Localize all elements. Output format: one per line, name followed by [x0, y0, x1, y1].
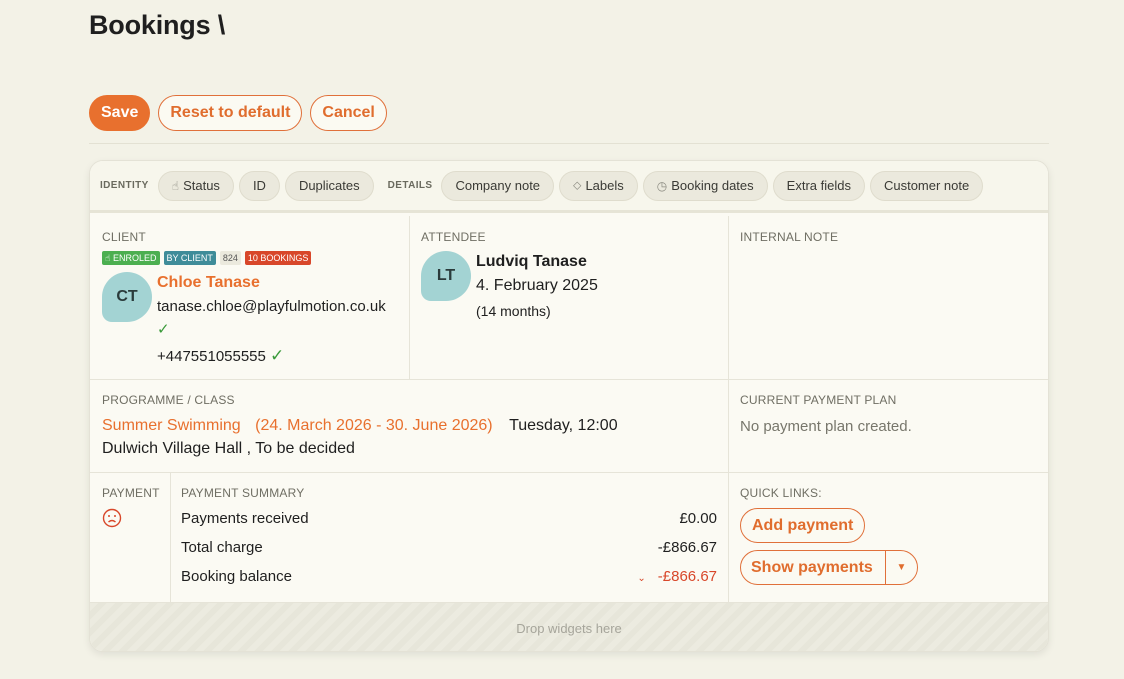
programme-widget: PROGRAMME / CLASS Summer Swimming (24. M… [90, 380, 729, 473]
save-button[interactable]: Save [89, 95, 151, 131]
email-verified-check-icon: ✓ [157, 321, 170, 338]
drop-widgets-zone[interactable]: Drop widgets here [90, 603, 1048, 651]
by-client-badge: BY CLIENT [163, 251, 216, 265]
action-bar: Save Reset to default Cancel [89, 95, 387, 131]
add-payment-button[interactable]: Add payment [740, 508, 866, 543]
identity-group-label: IDENTITY [100, 180, 149, 191]
attendee-name[interactable]: Ludviq Tanase [476, 253, 587, 271]
chip-booking-dates[interactable]: ◷ Booking dates [642, 170, 768, 201]
chip-labels[interactable]: ⬦ Labels [559, 170, 638, 201]
payment-label: PAYMENT [102, 486, 160, 500]
attendee-widget: ATTENDEE LT Ludviq Tanase 4. February 20… [410, 216, 729, 380]
caret-down-icon[interactable]: ▼ [886, 551, 917, 584]
quick-links-label: QUICK LINKS: [740, 486, 822, 500]
tag-icon: ⬦ [573, 178, 582, 192]
client-id-badge: 824 [219, 251, 241, 265]
sad-face-icon [102, 508, 122, 528]
summary-row: Payments received £0.00 [181, 510, 717, 527]
payment-plan-text: No payment plan created. [740, 418, 912, 435]
internal-note-label: INTERNAL NOTE [740, 230, 839, 244]
booking-card: IDENTITY ☝ Status ID Duplicates DETAILS … [89, 160, 1049, 652]
chip-status[interactable]: ☝ Status [157, 170, 234, 201]
chevron-down-icon[interactable]: ⌄ [637, 573, 645, 584]
clock-icon: ◷ [656, 178, 668, 193]
programme-location: Dulwich Village Hall , To be decided [102, 440, 355, 457]
show-payments-button[interactable]: Show payments [741, 551, 886, 584]
cancel-button[interactable]: Cancel [310, 95, 387, 131]
payment-summary-widget: PAYMENT SUMMARY Payments received £0.00 … [171, 473, 729, 603]
client-phone: +447551055555 [157, 348, 266, 365]
attendee-dob: 4. February 2025 [476, 277, 598, 294]
client-label: CLIENT [102, 230, 146, 244]
enroled-badge: ☝ ENROLED [102, 251, 160, 265]
page-title: Bookings \ [89, 10, 226, 40]
chip-id[interactable]: ID [238, 170, 280, 201]
client-badges: ☝ ENROLED BY CLIENT 824 10 BOOKINGS [102, 251, 312, 265]
attendee-age: (14 months) [476, 303, 551, 319]
programme-label: PROGRAMME / CLASS [102, 393, 235, 407]
phone-verified-check-icon: ✓ [270, 346, 285, 365]
client-name-link[interactable]: Chloe Tanase [157, 274, 260, 292]
bookings-count-badge[interactable]: 10 BOOKINGS [244, 251, 312, 265]
booking-balance-value: -£866.67 [657, 568, 717, 585]
programme-line: Summer Swimming (24. March 2026 - 30. Ju… [102, 417, 618, 435]
summary-row: Total charge -£866.67 [181, 539, 717, 556]
divider [89, 143, 1049, 144]
widget-chip-bar: IDENTITY ☝ Status ID Duplicates DETAILS … [90, 161, 1048, 213]
summary-row: Booking balance ⌄ -£866.67 [181, 568, 717, 585]
tap-icon: ☝ [105, 253, 111, 263]
programme-name-link[interactable]: Summer Swimming [102, 417, 241, 434]
client-phone-row: +447551055555 ✓ [157, 346, 284, 366]
chip-extra-fields[interactable]: Extra fields [772, 170, 865, 201]
internal-note-widget[interactable]: INTERNAL NOTE [729, 216, 1048, 380]
show-payments-split-button: Show payments ▼ [740, 550, 918, 585]
reset-to-default-button[interactable]: Reset to default [158, 95, 303, 131]
programme-schedule: Tuesday, 12:00 [509, 417, 618, 434]
programme-dates: (24. March 2026 - 30. June 2026) [255, 417, 493, 434]
client-email: tanase.chloe@playfulmotion.co.uk [157, 298, 386, 315]
payment-plan-widget: CURRENT PAYMENT PLAN No payment plan cre… [729, 380, 1048, 473]
quick-links-widget: QUICK LINKS: Add payment Show payments ▼ [729, 473, 1048, 603]
details-group-label: DETAILS [387, 180, 433, 191]
attendee-avatar: LT [421, 251, 471, 301]
chip-company-note[interactable]: Company note [441, 170, 555, 201]
client-avatar: CT [102, 272, 152, 322]
chip-customer-note[interactable]: Customer note [869, 170, 984, 201]
payment-widget: PAYMENT [90, 473, 171, 603]
attendee-label: ATTENDEE [421, 230, 486, 244]
client-widget: CLIENT ☝ ENROLED BY CLIENT 824 10 BOOKIN… [90, 216, 410, 380]
payment-plan-label: CURRENT PAYMENT PLAN [740, 393, 897, 407]
tap-icon: ☝ [171, 178, 180, 193]
chip-duplicates[interactable]: Duplicates [284, 170, 374, 201]
payment-summary-label: PAYMENT SUMMARY [181, 486, 305, 500]
